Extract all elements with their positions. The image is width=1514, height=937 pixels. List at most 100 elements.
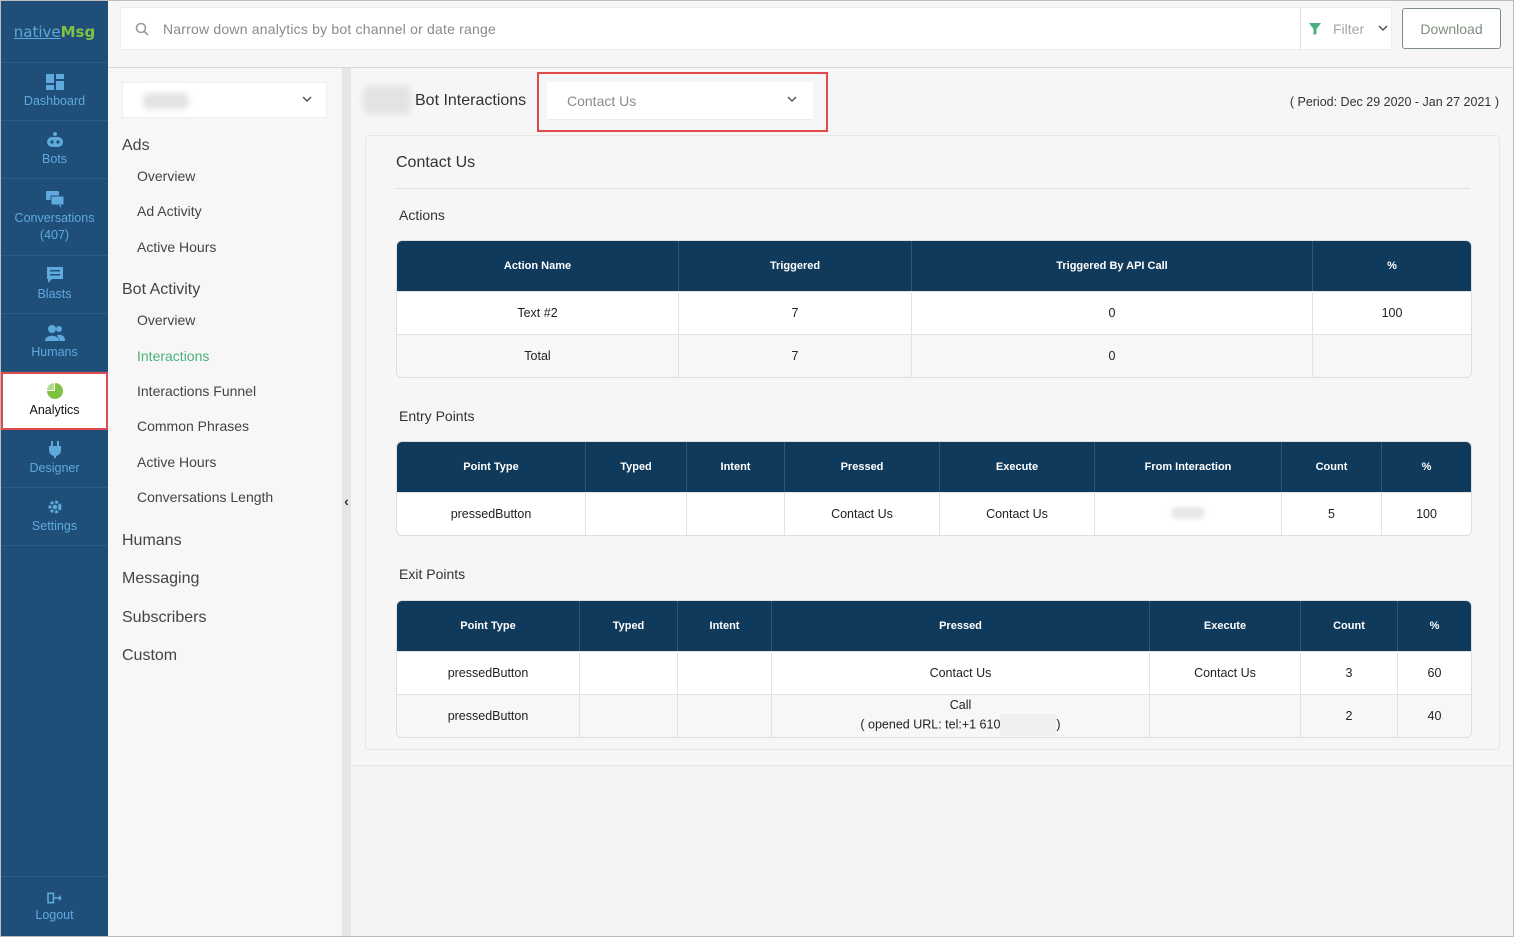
column-header[interactable]: Execute [940, 442, 1095, 492]
table-cell [1150, 694, 1301, 737]
column-header[interactable]: Triggered By API Call [912, 241, 1313, 291]
column-header[interactable]: Point Type [397, 601, 580, 651]
table-cell: 0 [912, 334, 1313, 377]
logo-native: native [13, 22, 61, 41]
main-sidebar: native Msg Dashboard Bots Conversations (… [1, 1, 108, 936]
exit-points-title: Exit Points [399, 566, 466, 582]
column-header[interactable]: Count [1301, 601, 1398, 651]
search-placeholder: Narrow down analytics by bot channel or … [163, 20, 496, 37]
column-header[interactable]: Pressed [772, 601, 1150, 651]
column-header[interactable]: Triggered [679, 241, 912, 291]
column-header[interactable]: Pressed [785, 442, 940, 492]
table-cell: 2 [1301, 694, 1398, 737]
submenu-ads-ad-activity[interactable]: Ad Activity [137, 203, 202, 219]
submenu-section-bot-activity[interactable]: Bot Activity [122, 281, 200, 299]
nav-dashboard[interactable]: Dashboard [1, 63, 108, 121]
main-bottom-area [351, 765, 1513, 936]
column-header[interactable]: Action Name [397, 241, 679, 291]
actions-title: Actions [399, 207, 445, 223]
submenu-bot-common-phrases[interactable]: Common Phrases [137, 418, 249, 434]
table-total-row: Total 7 0 [397, 334, 1471, 377]
nav-humans[interactable]: Humans [1, 314, 108, 372]
table-cell [1313, 334, 1471, 377]
submenu-section-messaging[interactable]: Messaging [122, 570, 199, 588]
nav-conversations-label: Conversations [14, 211, 95, 225]
entry-points-title: Entry Points [399, 408, 475, 424]
nav-analytics[interactable]: Analytics [1, 372, 108, 430]
card-title: Contact Us [396, 154, 476, 171]
nav-settings[interactable]: Settings [1, 488, 108, 546]
table-header-row: Action Name Triggered Triggered By API C… [397, 241, 1471, 291]
chat-icon [45, 191, 64, 208]
nav-conversations[interactable]: Conversations (407) [1, 179, 108, 256]
nav-settings-label: Settings [31, 519, 78, 533]
table-cell: Contact Us [940, 492, 1095, 535]
column-header[interactable]: % [1398, 601, 1471, 651]
table-cell: Total [397, 334, 679, 377]
pressed-detail-prefix: ( opened URL: tel:+1 610 [860, 717, 1001, 732]
table-cell: 5 [1282, 492, 1382, 535]
pressed-detail: ( opened URL: tel:+1 610) [772, 714, 1149, 736]
redacted-bot-label [363, 86, 411, 114]
table-cell [678, 694, 772, 737]
nav-dashboard-label: Dashboard [23, 94, 86, 108]
table-header-row: Point Type Typed Intent Pressed Execute … [397, 442, 1471, 492]
pressed-detail-suffix: ) [1056, 717, 1061, 732]
table-cell: Text #2 [397, 291, 679, 334]
submenu-bot-active-hours[interactable]: Active Hours [137, 454, 216, 470]
analytics-submenu: Ads Overview Ad Activity Active Hours Bo… [108, 68, 342, 936]
column-header[interactable]: Typed [586, 442, 687, 492]
column-header[interactable]: Intent [687, 442, 785, 492]
table-cell: 3 [1301, 651, 1398, 694]
submenu-ads-overview[interactable]: Overview [137, 168, 195, 184]
table-cell [580, 651, 678, 694]
nav-humans-label: Humans [31, 345, 78, 359]
column-header[interactable]: Count [1282, 442, 1382, 492]
filter-label: Filter [1333, 20, 1365, 37]
submenu-bot-interactions-funnel[interactable]: Interactions Funnel [137, 383, 256, 399]
column-header[interactable]: % [1382, 442, 1471, 492]
table-row: pressedButton Contact Us Contact Us 3 60 [397, 651, 1471, 694]
table-header-row: Point Type Typed Intent Pressed Execute … [397, 601, 1471, 651]
nav-blasts[interactable]: Blasts [1, 256, 108, 314]
table-cell: Call ( opened URL: tel:+1 610) [772, 694, 1150, 737]
submenu-ads-active-hours[interactable]: Active Hours [137, 239, 216, 255]
top-bar: Narrow down analytics by bot channel or … [108, 1, 1513, 68]
nav-bots[interactable]: Bots [1, 121, 108, 179]
main-content: Bot Interactions Contact Us ( Period: De… [351, 68, 1513, 936]
column-header[interactable]: Intent [678, 601, 772, 651]
table-row: pressedButton Contact Us Contact Us 5 10… [397, 492, 1471, 535]
interaction-select[interactable]: Contact Us [547, 82, 813, 120]
nav-designer[interactable]: Designer [1, 430, 108, 488]
submenu-section-humans[interactable]: Humans [122, 532, 182, 550]
table-cell: pressedButton [397, 651, 580, 694]
table-cell: 7 [679, 291, 912, 334]
submenu-bot-overview[interactable]: Overview [137, 312, 195, 328]
collapse-submenu-icon[interactable]: ‹ [342, 493, 351, 509]
actions-table: Action Name Triggered Triggered By API C… [396, 240, 1472, 378]
bot-selector[interactable] [122, 82, 327, 118]
redacted-phone [1000, 714, 1057, 736]
column-header[interactable]: From Interaction [1095, 442, 1282, 492]
column-header[interactable]: Typed [580, 601, 678, 651]
chevron-down-icon [302, 96, 312, 103]
submenu-section-ads[interactable]: Ads [122, 137, 150, 155]
submenu-section-custom[interactable]: Custom [122, 647, 177, 665]
column-header[interactable]: % [1313, 241, 1471, 291]
nav-bots-label: Bots [41, 152, 67, 166]
nav-blasts-label: Blasts [37, 287, 72, 301]
brand-logo[interactable]: native Msg [1, 1, 108, 63]
submenu-bot-interactions[interactable]: Interactions [137, 348, 209, 364]
table-cell: 7 [679, 334, 912, 377]
submenu-section-subscribers[interactable]: Subscribers [122, 609, 206, 627]
column-header[interactable]: Execute [1150, 601, 1301, 651]
table-cell: 40 [1398, 694, 1471, 737]
search-input[interactable]: Narrow down analytics by bot channel or … [120, 7, 1300, 50]
column-header[interactable]: Point Type [397, 442, 586, 492]
logout-button[interactable]: Logout [1, 876, 108, 936]
filter-dropdown[interactable]: Filter [1300, 7, 1392, 50]
submenu-bot-conversations-length[interactable]: Conversations Length [137, 489, 273, 505]
search-icon [135, 22, 149, 36]
table-row: Text #2 7 0 100 [397, 291, 1471, 334]
download-button[interactable]: Download [1402, 8, 1501, 49]
